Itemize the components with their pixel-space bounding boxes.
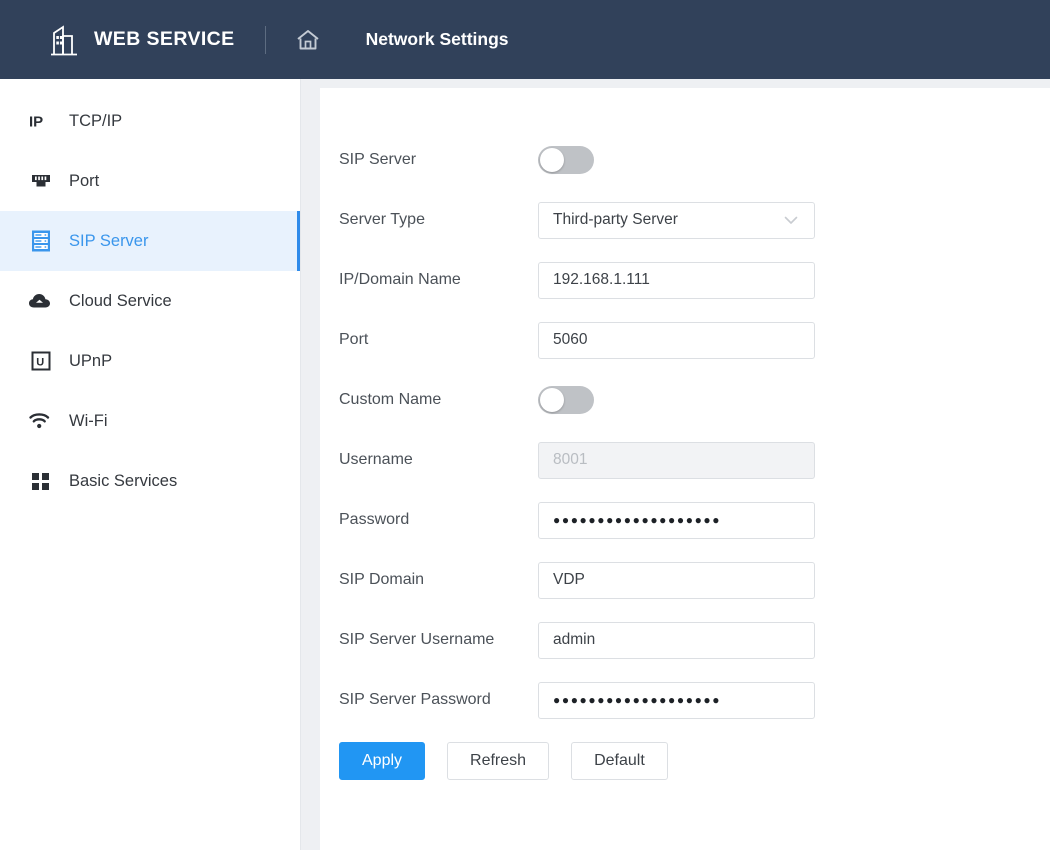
sidebar-item-wifi[interactable]: Wi-Fi bbox=[0, 391, 300, 451]
password-input[interactable]: ●●●●●●●●●●●●●●●●●●● bbox=[538, 501, 815, 539]
sidebar-item-sip-server[interactable]: SIP Server bbox=[0, 211, 300, 271]
server-rack-icon bbox=[28, 228, 54, 254]
web-service-app: WEB SERVICE Network Settings IP TCP/IP P… bbox=[0, 0, 1050, 850]
apply-button[interactable]: Apply bbox=[339, 742, 426, 780]
custom-name-toggle[interactable] bbox=[538, 386, 594, 414]
svg-text:U: U bbox=[36, 357, 44, 369]
ethernet-port-icon bbox=[28, 168, 54, 194]
sip-domain-value: VDP bbox=[553, 571, 585, 588]
header-divider bbox=[264, 25, 266, 54]
sidebar-item-port[interactable]: Port bbox=[0, 151, 300, 211]
form-row-sip-server-username: SIP Server Username admin bbox=[339, 610, 815, 670]
sidebar-item-label: Port bbox=[69, 171, 100, 190]
toggle-knob bbox=[540, 388, 564, 412]
form-row-ip-domain: IP/Domain Name 192.168.1.111 bbox=[339, 250, 815, 310]
server-type-value: Third-party Server bbox=[553, 211, 678, 228]
server-type-select[interactable]: Third-party Server bbox=[538, 201, 815, 239]
ip-icon: IP bbox=[28, 108, 54, 134]
brand-title: WEB SERVICE bbox=[94, 28, 235, 50]
sidebar-item-label: SIP Server bbox=[69, 231, 149, 250]
page-title: Network Settings bbox=[365, 29, 509, 49]
port-value: 5060 bbox=[553, 331, 588, 348]
form-row-password: Password ●●●●●●●●●●●●●●●●●●● bbox=[339, 490, 815, 550]
sidebar-item-label: TCP/IP bbox=[69, 111, 123, 130]
sidebar-item-cloud-service[interactable]: Cloud Service bbox=[0, 271, 300, 331]
sip-server-username-input[interactable]: admin bbox=[538, 621, 815, 659]
form-row-username: Username 8001 bbox=[339, 430, 815, 490]
refresh-button[interactable]: Refresh bbox=[447, 742, 550, 780]
password-value: ●●●●●●●●●●●●●●●●●●● bbox=[553, 513, 722, 527]
form-row-server-type: Server Type Third-party Server bbox=[339, 190, 815, 250]
settings-panel: SIP Server Server Type Third-party Serve… bbox=[320, 88, 1050, 850]
sidebar-item-label: UPnP bbox=[69, 351, 113, 370]
form-actions: Apply Refresh Default bbox=[339, 742, 815, 780]
toggle-knob bbox=[540, 148, 564, 172]
ip-domain-label: IP/Domain Name bbox=[339, 271, 461, 288]
form-row-port: Port 5060 bbox=[339, 310, 815, 370]
ip-domain-value: 192.168.1.111 bbox=[553, 271, 650, 288]
sip-domain-input[interactable]: VDP bbox=[538, 561, 815, 599]
form-row-sip-server: SIP Server bbox=[339, 130, 815, 190]
form-row-sip-domain: SIP Domain VDP bbox=[339, 550, 815, 610]
username-placeholder: 8001 bbox=[553, 451, 588, 468]
home-icon[interactable] bbox=[294, 26, 322, 54]
app-header: WEB SERVICE Network Settings bbox=[0, 0, 1050, 79]
sidebar: IP TCP/IP Port SIP Server Cloud Service … bbox=[0, 79, 301, 850]
sidebar-item-label: Wi-Fi bbox=[69, 411, 108, 430]
svg-text:IP: IP bbox=[29, 114, 43, 131]
username-input: 8001 bbox=[538, 441, 815, 479]
server-type-label: Server Type bbox=[339, 211, 425, 228]
sip-server-password-input[interactable]: ●●●●●●●●●●●●●●●●●●● bbox=[538, 681, 815, 719]
ip-domain-input[interactable]: 192.168.1.111 bbox=[538, 261, 815, 299]
sidebar-item-label: Cloud Service bbox=[69, 291, 172, 310]
password-label: Password bbox=[339, 511, 410, 528]
form-row-sip-server-password: SIP Server Password ●●●●●●●●●●●●●●●●●●● bbox=[339, 670, 815, 730]
sidebar-item-upnp[interactable]: U UPnP bbox=[0, 331, 300, 391]
chevron-down-icon bbox=[784, 214, 798, 227]
port-input[interactable]: 5060 bbox=[538, 321, 815, 359]
sidebar-item-tcpip[interactable]: IP TCP/IP bbox=[0, 91, 300, 151]
port-label: Port bbox=[339, 331, 369, 348]
sip-server-username-label: SIP Server Username bbox=[339, 631, 495, 648]
grid-icon bbox=[28, 468, 54, 494]
sip-server-label: SIP Server bbox=[339, 151, 417, 168]
building-icon bbox=[50, 24, 80, 56]
sip-server-password-label: SIP Server Password bbox=[339, 691, 491, 708]
sip-domain-label: SIP Domain bbox=[339, 571, 425, 588]
username-label: Username bbox=[339, 451, 413, 468]
wifi-icon bbox=[28, 408, 54, 434]
sip-server-username-value: admin bbox=[553, 631, 596, 648]
sidebar-item-basic-services[interactable]: Basic Services bbox=[0, 451, 300, 511]
sip-server-toggle[interactable] bbox=[538, 146, 594, 174]
custom-name-label: Custom Name bbox=[339, 391, 442, 408]
upnp-icon: U bbox=[28, 348, 54, 374]
sip-server-form: SIP Server Server Type Third-party Serve… bbox=[339, 130, 815, 780]
form-row-custom-name: Custom Name bbox=[339, 370, 815, 430]
default-button[interactable]: Default bbox=[571, 742, 668, 780]
sip-server-password-value: ●●●●●●●●●●●●●●●●●●● bbox=[553, 693, 722, 707]
sidebar-item-label: Basic Services bbox=[69, 471, 178, 490]
cloud-icon bbox=[28, 288, 54, 314]
